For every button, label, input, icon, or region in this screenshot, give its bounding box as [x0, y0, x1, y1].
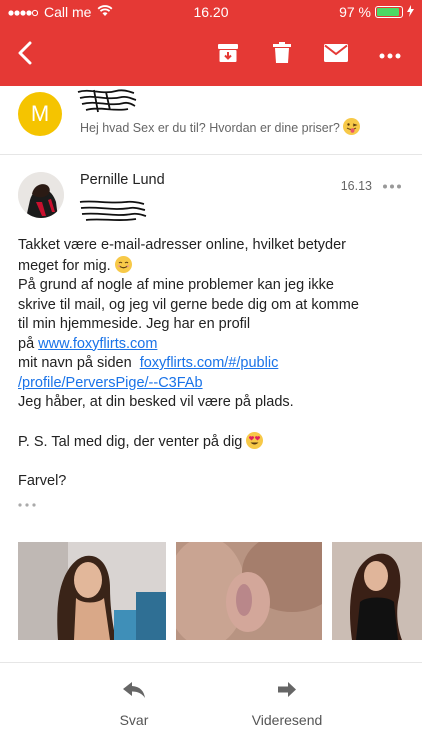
redacted-recipient-scribble	[79, 200, 147, 222]
body-line: Takket være e-mail-adresser online, hvil…	[18, 237, 346, 253]
image-attachment[interactable]	[332, 542, 422, 640]
more-button[interactable]	[373, 38, 407, 72]
archive-button[interactable]	[211, 38, 245, 72]
smiling-face-emoji-icon	[114, 255, 132, 273]
delete-button[interactable]	[265, 38, 299, 72]
heart-eyes-emoji-icon	[246, 432, 264, 449]
body-line: Jeg håber, at din besked vil være på pla…	[18, 394, 294, 410]
status-bar: Call me 16.20 97 %	[0, 0, 422, 24]
battery-percent: 97 %	[339, 4, 371, 20]
forward-arrow-icon	[277, 682, 297, 703]
redacted-sender-scribble	[77, 89, 137, 113]
back-button[interactable]	[8, 38, 42, 72]
toolbar	[0, 30, 422, 80]
body-line: mit navn på siden foxyflirts.com/#/publi…	[18, 355, 279, 371]
message-body: Takket være e-mail-adresser online, hvil…	[18, 236, 408, 492]
battery-icon	[375, 6, 403, 18]
message-snippet: Hej hvad Sex er du til? Hvordan er dine …	[80, 118, 361, 135]
back-arrow-icon	[17, 41, 33, 70]
body-line: skrive til mail, og jeg vil gerne bede d…	[18, 296, 359, 313]
trash-icon	[273, 41, 291, 69]
sender-name: Pernille Lund	[80, 172, 165, 188]
divider	[0, 154, 422, 155]
body-line: /profile/PerversPige/--C3FAb	[18, 374, 408, 394]
mark-unread-button[interactable]	[319, 38, 353, 72]
archive-icon	[217, 43, 239, 68]
body-line: Farvel?	[18, 473, 67, 489]
image-attachment[interactable]	[176, 542, 322, 640]
body-line: På grund af nogle af mine problemer kan …	[18, 277, 334, 293]
message-more-button[interactable]	[382, 176, 402, 192]
show-trimmed-content-button[interactable]	[18, 496, 36, 510]
image-attachments	[18, 542, 422, 640]
ellipsis-icon	[18, 503, 36, 507]
reply-button[interactable]: Svar	[84, 681, 184, 728]
avatar-letter: M	[30, 101, 50, 126]
charging-bolt-icon	[407, 4, 414, 20]
avatar: M	[18, 92, 62, 136]
more-dots-icon	[379, 46, 401, 64]
forward-label: Videresend	[251, 712, 323, 728]
image-attachment[interactable]	[18, 542, 166, 640]
collapsed-message[interactable]: M Hej hvad Sex er du til? Hvordan er din…	[0, 86, 422, 154]
body-line: på www.foxyflirts.com	[18, 335, 158, 352]
app-header: Call me 16.20 97 %	[0, 0, 422, 86]
body-line: til min hjemmeside. Jeg har en profil	[18, 316, 251, 332]
more-dots-icon	[383, 184, 401, 189]
website-link[interactable]: www.foxyflirts.com	[38, 336, 157, 352]
envelope-icon	[324, 43, 348, 67]
reply-label: Svar	[119, 712, 149, 728]
reply-arrow-icon	[122, 682, 146, 703]
profile-link[interactable]: foxyflirts.com/#/public	[140, 355, 279, 371]
sender-avatar	[18, 172, 64, 218]
battery-group: 97 %	[339, 4, 414, 20]
body-line: P. S. Tal med dig, der venter på dig	[18, 432, 408, 453]
profile-link-continued[interactable]: /profile/PerversPige/--C3FAb	[18, 375, 203, 391]
message-header[interactable]: Pernille Lund 16.13	[0, 160, 422, 230]
action-bar: Svar Videresend	[0, 662, 422, 750]
forward-button[interactable]: Videresend	[237, 681, 337, 728]
body-line: meget for mig.	[18, 255, 408, 277]
winking-tongue-emoji-icon	[343, 118, 361, 135]
message-time: 16.13	[340, 179, 372, 193]
